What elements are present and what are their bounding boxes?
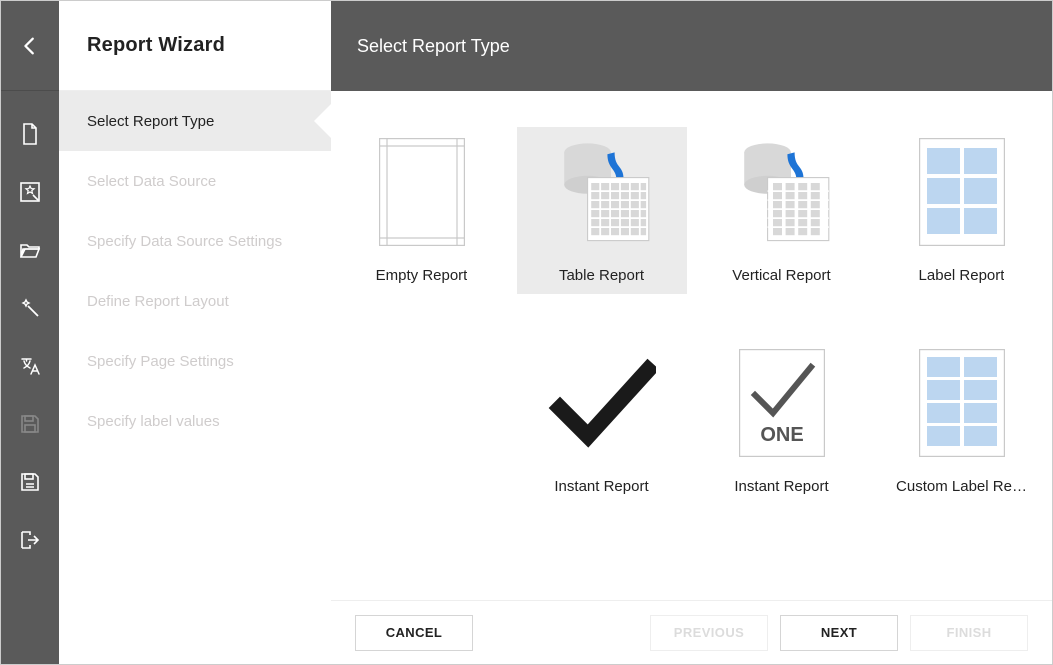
- step-label: Define Report Layout: [87, 293, 229, 310]
- step-label-values[interactable]: Specify label values: [59, 391, 331, 451]
- header: Report Wizard Select Report Type: [1, 1, 1052, 91]
- report-type-grid: Empty Report: [355, 127, 1028, 505]
- check-one-icon: ONE: [739, 349, 825, 457]
- step-label: Specify Data Source Settings: [87, 233, 282, 250]
- chevron-left-icon: [19, 35, 41, 57]
- type-label: Vertical Report: [732, 267, 830, 284]
- step-label: Select Data Source: [87, 173, 216, 190]
- window: Report Wizard Select Report Type: [0, 0, 1053, 665]
- check-icon: [548, 358, 656, 448]
- type-instant-report[interactable]: Instant Report: [517, 338, 687, 505]
- step-page-settings[interactable]: Specify Page Settings: [59, 331, 331, 391]
- type-label: Instant Report: [734, 478, 828, 495]
- rail-save[interactable]: [1, 395, 59, 453]
- type-label: Empty Report: [376, 267, 468, 284]
- footer: CANCEL PREVIOUS NEXT FINISH: [331, 600, 1052, 664]
- next-button[interactable]: NEXT: [780, 615, 898, 651]
- cancel-label: CANCEL: [386, 625, 443, 640]
- step-data-source-settings[interactable]: Specify Data Source Settings: [59, 211, 331, 271]
- finish-label: FINISH: [946, 625, 991, 640]
- step-title: Select Report Type: [357, 36, 510, 57]
- type-instant-report-one[interactable]: ONE Instant Report: [697, 338, 867, 505]
- file-icon: [18, 122, 42, 146]
- folder-open-icon: [18, 238, 42, 262]
- step-define-layout[interactable]: Define Report Layout: [59, 271, 331, 331]
- finish-button[interactable]: FINISH: [910, 615, 1028, 651]
- svg-text:ONE: ONE: [760, 424, 803, 446]
- step-select-report-type[interactable]: Select Report Type: [59, 91, 331, 151]
- type-empty-report[interactable]: Empty Report: [337, 127, 507, 294]
- translate-icon: [18, 354, 42, 378]
- vertical-report-icon: [728, 136, 836, 248]
- wizard-title: Report Wizard: [87, 34, 225, 57]
- exit-icon: [18, 528, 42, 552]
- type-table-report[interactable]: Table Report: [517, 127, 687, 294]
- wizard-title-area: Report Wizard: [59, 1, 331, 91]
- type-vertical-report[interactable]: Vertical Report: [697, 127, 867, 294]
- star-search-icon: [18, 180, 42, 204]
- back-button[interactable]: [1, 1, 59, 91]
- step-label: Specify label values: [87, 413, 220, 430]
- step-title-area: Select Report Type: [331, 1, 1052, 91]
- rail-new[interactable]: [1, 105, 59, 163]
- rail-open[interactable]: [1, 221, 59, 279]
- empty-report-icon: [379, 138, 465, 246]
- type-label-report[interactable]: Label Report: [877, 127, 1047, 294]
- previous-button[interactable]: PREVIOUS: [650, 615, 768, 651]
- custom-label-icon: [919, 349, 1005, 457]
- cancel-button[interactable]: CANCEL: [355, 615, 473, 651]
- save-as-icon: [18, 470, 42, 494]
- content-area: Empty Report: [331, 91, 1052, 664]
- type-label: Custom Label Re…: [896, 478, 1027, 495]
- rail-save-as[interactable]: [1, 453, 59, 511]
- type-label: Instant Report: [554, 478, 648, 495]
- steps-panel: Select Report Type Select Data Source Sp…: [59, 91, 331, 664]
- previous-label: PREVIOUS: [674, 625, 744, 640]
- table-report-icon: [548, 136, 656, 248]
- type-label: Label Report: [919, 267, 1005, 284]
- rail-translate[interactable]: [1, 337, 59, 395]
- rail-wizard[interactable]: [1, 163, 59, 221]
- type-label: Table Report: [559, 267, 644, 284]
- type-custom-label-report[interactable]: Custom Label Re…: [877, 338, 1047, 505]
- left-rail: [1, 91, 59, 664]
- step-label: Select Report Type: [87, 113, 214, 130]
- label-report-icon: [919, 138, 1005, 246]
- next-label: NEXT: [821, 625, 857, 640]
- rail-exit[interactable]: [1, 511, 59, 569]
- rail-wand[interactable]: [1, 279, 59, 337]
- save-icon: [18, 412, 42, 436]
- step-label: Specify Page Settings: [87, 353, 234, 370]
- step-select-data-source[interactable]: Select Data Source: [59, 151, 331, 211]
- magic-wand-icon: [18, 296, 42, 320]
